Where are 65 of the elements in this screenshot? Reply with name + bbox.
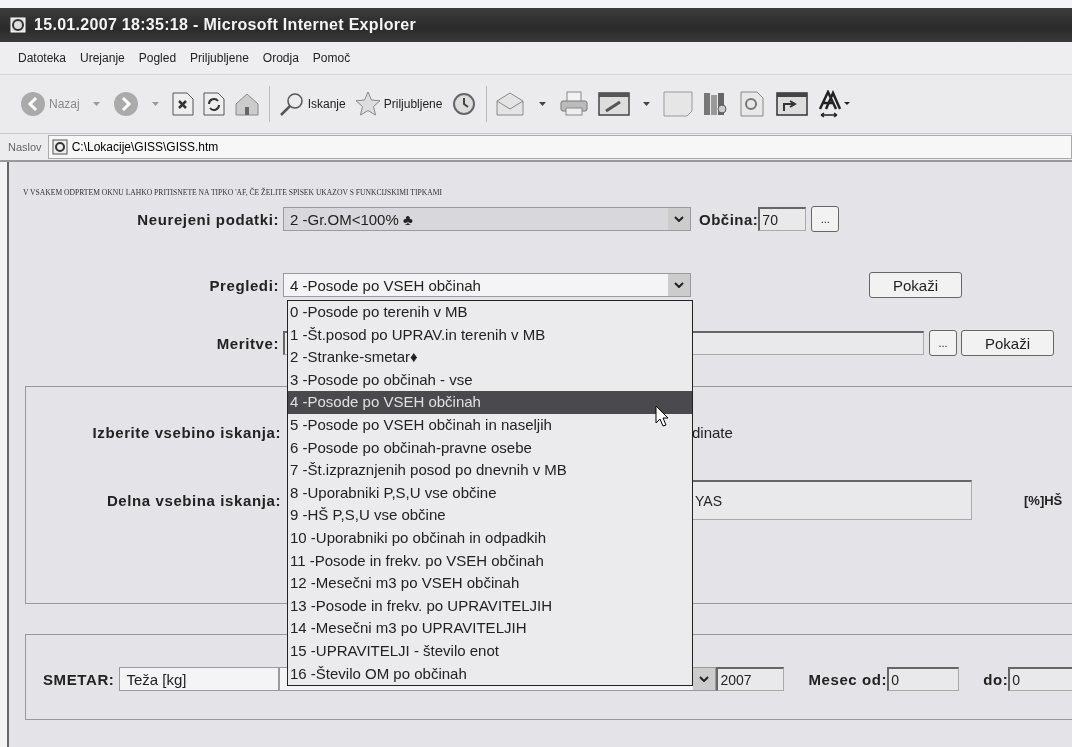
field-label: Delna vsebina iskanja: bbox=[105, 491, 282, 509]
select-field[interactable]: Teža [kg] bbox=[119, 667, 280, 691]
address-label: Naslov bbox=[8, 141, 42, 153]
menu-item[interactable]: Priljubljene bbox=[190, 51, 249, 65]
refresh-icon[interactable] bbox=[202, 92, 225, 116]
dropdown-option[interactable]: 0 -Posode po terenih v MB bbox=[288, 301, 692, 324]
search-button[interactable]: Iskanje bbox=[278, 91, 346, 117]
show-button[interactable]: Pokaži bbox=[961, 330, 1054, 356]
mouse-pointer-icon bbox=[655, 405, 669, 427]
show-button[interactable]: Pokaži bbox=[869, 272, 962, 298]
browser-page-icon bbox=[10, 17, 28, 33]
dropdown-option[interactable]: 5 -Posode po VSEH občinah in naseljih bbox=[288, 413, 692, 437]
menu-item[interactable]: Pogled bbox=[138, 51, 177, 65]
dropdown-caret-icon[interactable] bbox=[643, 102, 651, 106]
menu-item[interactable]: Orodja bbox=[262, 51, 299, 65]
dropdown-option[interactable]: 1 -Št.posod po UPRAV.in terenih v MB bbox=[288, 323, 692, 347]
browse-button[interactable]: ... bbox=[929, 330, 957, 356]
dropdown-option[interactable]: 15 -UPRAVITELJI - število enot bbox=[288, 639, 692, 663]
search-icon bbox=[278, 91, 305, 117]
home-icon[interactable] bbox=[233, 92, 260, 116]
back-icon bbox=[20, 91, 46, 117]
window-title: 15.01.2007 18:35:18 - Microsoft Internet Explorer bbox=[34, 16, 416, 34]
field-label: Neurejeni podatki: bbox=[136, 210, 280, 228]
browse-button[interactable]: ... bbox=[811, 206, 840, 232]
input-field[interactable]: 0 bbox=[1008, 667, 1072, 691]
address-field[interactable]: C:\Lokacije\GISS\GISS.htm bbox=[47, 135, 1072, 159]
page-icon bbox=[51, 139, 68, 155]
field-label: Meritve: bbox=[215, 334, 280, 352]
field-label: Mesec od: bbox=[808, 670, 888, 688]
dropdown-option[interactable]: 4 -Posode po VSEH občinah bbox=[288, 391, 692, 414]
dropdown-option[interactable]: 11 -Posode in frekv. po VSEH občinah bbox=[288, 549, 692, 573]
field-label: [%]HŠ bbox=[1024, 492, 1063, 508]
menu-item[interactable]: Urejanje bbox=[80, 51, 125, 65]
favorites-button[interactable]: Priljubljene bbox=[354, 91, 443, 117]
input-field[interactable]: 70 bbox=[758, 207, 807, 231]
star-icon bbox=[354, 91, 381, 117]
dropdown-option[interactable]: 14 -Mesečni m3 po UPRAVITELJIH bbox=[288, 617, 692, 640]
dropdown-option[interactable]: 12 -Mesečni m3 po VSEH občinah bbox=[288, 572, 692, 595]
menu-item[interactable]: Datoteka bbox=[18, 51, 67, 65]
select-field[interactable]: 4 -Posode po VSEH občinah bbox=[283, 273, 691, 297]
mail-icon[interactable] bbox=[496, 91, 527, 117]
dropdown-option[interactable]: 3 -Posode po občinah - vse bbox=[288, 368, 692, 392]
dropdown-option[interactable]: 6 -Posode po občinah-pravne osebe bbox=[288, 436, 692, 460]
dropdown-option[interactable]: 7 -Št.izpraznjenih posod po dnevnih v MB bbox=[288, 459, 692, 482]
field-label: Izberite vsebino iskanja: bbox=[91, 423, 282, 441]
chevron-down-icon[interactable] bbox=[674, 282, 684, 288]
dropdown-option[interactable]: 13 -Posode in frekv. po UPRAVITELJIH bbox=[288, 594, 692, 618]
dropdown-option[interactable]: 10 -Uporabniki po občinah in odpadkih bbox=[288, 526, 692, 550]
font-size-icon[interactable] bbox=[817, 90, 852, 118]
printer-icon[interactable] bbox=[559, 91, 590, 117]
menu-item[interactable]: Pomoč bbox=[312, 51, 351, 65]
field-label: Pregledi: bbox=[208, 276, 280, 294]
dropdown-option[interactable]: 2 -Stranke-smetar♦ bbox=[288, 346, 692, 369]
input-field[interactable]: 0 bbox=[887, 667, 960, 691]
dropdown-caret-icon[interactable] bbox=[539, 102, 547, 106]
field-label: SMETAR: bbox=[42, 670, 116, 688]
input-field[interactable]: 2007 bbox=[716, 667, 785, 691]
edit-window-icon[interactable] bbox=[598, 91, 631, 117]
field-label: Občina: bbox=[699, 210, 759, 228]
history-icon[interactable] bbox=[451, 91, 478, 117]
chevron-down-icon[interactable] bbox=[699, 676, 710, 682]
field-label: do: bbox=[983, 670, 1009, 688]
option-label: dinate bbox=[692, 423, 733, 441]
dropdown-option[interactable]: 16 -Število OM po občinah bbox=[288, 662, 692, 686]
stop-icon[interactable] bbox=[171, 92, 194, 116]
